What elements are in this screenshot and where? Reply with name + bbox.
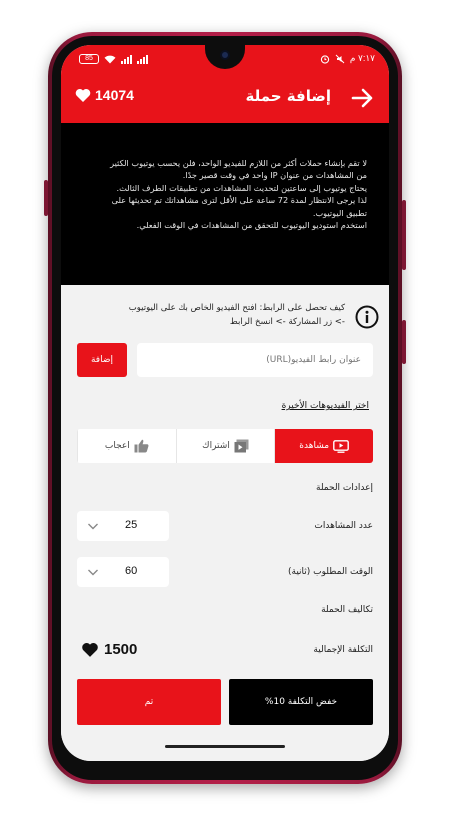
campaign-settings-title: إعدادات الحملة — [316, 483, 373, 493]
info-icon — [355, 305, 379, 329]
campaign-type-tabs: مشاهدة اشتراك اعجاب — [77, 429, 373, 463]
views-count-select[interactable]: 25 — [77, 511, 169, 541]
total-cost-value: 1500 — [104, 641, 138, 658]
wifi-icon — [104, 55, 116, 63]
duration-label: الوقت المطلوب (ثانية) — [288, 567, 373, 577]
mute-icon — [335, 54, 345, 63]
recent-videos-link[interactable]: اختر الفيديوهات الأخيرة — [282, 401, 369, 411]
heart-balance: 14074 — [75, 87, 134, 103]
phone-power-button — [402, 320, 406, 364]
total-cost: 1500 — [81, 641, 137, 658]
tab-subscribe[interactable]: اشتراك — [175, 429, 275, 463]
video-url-input[interactable] — [137, 343, 373, 377]
balance-value: 14074 — [95, 87, 134, 103]
notice-line: تطبيق اليوتيوب. — [312, 207, 367, 218]
notice-line: من المشاهدات من عنوان IP واحد في وقت قصي… — [182, 170, 367, 181]
battery-icon: 85 — [79, 54, 99, 64]
duration-value: 60 — [125, 565, 138, 577]
notice-box: لا تقم بإنشاء حملات أكثر من اللازم للفيد… — [61, 123, 389, 285]
tv-play-icon — [333, 439, 349, 453]
how-to-line-1: كيف تحصل على الرابط: افتح الفيديو الخاص … — [128, 303, 345, 313]
app-bar: إضافة حملة 14074 — [61, 73, 389, 123]
chevron-down-icon — [88, 523, 98, 530]
tab-likes-label: اعجاب — [104, 441, 130, 451]
clock: ٧:١٧ م — [349, 53, 375, 63]
duration-select[interactable]: 60 — [77, 557, 169, 587]
total-cost-label: التكلفة الإجمالية — [313, 645, 373, 655]
url-row: إضافة — [77, 343, 373, 377]
how-to-get-link: كيف تحصل على الرابط: افتح الفيديو الخاص … — [73, 295, 379, 341]
notice-line: لذا يرجى الانتظار لمدة 72 ساعة على الأقل… — [111, 195, 367, 206]
heart-icon — [75, 88, 91, 102]
signal-icon-2 — [137, 54, 148, 64]
phone-volume-button — [402, 200, 406, 270]
subscribe-icon — [234, 439, 249, 453]
signal-icon — [121, 54, 132, 64]
add-url-button[interactable]: إضافة — [77, 343, 127, 377]
tab-subscribe-label: اشتراك — [202, 441, 230, 451]
views-count-label: عدد المشاهدات — [314, 521, 373, 531]
notice-line: لا تقم بإنشاء حملات أكثر من اللازم للفيد… — [110, 158, 367, 168]
done-button[interactable]: تم — [77, 679, 221, 725]
how-to-line-2: -> زر المشاركة -> انسخ الرابط — [229, 317, 345, 327]
views-count-value: 25 — [125, 519, 138, 531]
home-indicator[interactable] — [165, 745, 285, 748]
status-bar: 85 ٧:١٧ م — [61, 45, 389, 73]
tab-views-label: مشاهدة — [299, 441, 330, 451]
tab-views[interactable]: مشاهدة — [274, 429, 373, 463]
chevron-down-icon — [88, 569, 98, 576]
page-title: إضافة حملة — [245, 87, 332, 105]
tab-likes[interactable]: اعجاب — [77, 429, 176, 463]
notice-line: استخدم استوديو اليوتيوب للتحقق من المشاه… — [136, 220, 367, 231]
front-camera — [220, 50, 230, 60]
app-screen: 85 ٧:١٧ م إضافة حملة 14074 لا تقم بإنشاء… — [61, 45, 389, 761]
campaign-costs-title: تكاليف الحملة — [321, 605, 373, 615]
notice-line: يحتاج يوتيوب إلى ساعتين لتحديث المشاهدات… — [116, 182, 367, 193]
campaign-form: كيف تحصل على الرابط: افتح الفيديو الخاص … — [61, 285, 389, 761]
alarm-icon — [320, 54, 330, 64]
back-arrow-icon[interactable] — [349, 85, 375, 111]
phone-side-button — [44, 180, 48, 216]
battery-level: 85 — [85, 55, 93, 62]
heart-icon — [82, 642, 98, 657]
reduce-cost-button[interactable]: خفض التكلفة 10% — [229, 679, 373, 725]
thumb-up-icon — [134, 439, 149, 453]
